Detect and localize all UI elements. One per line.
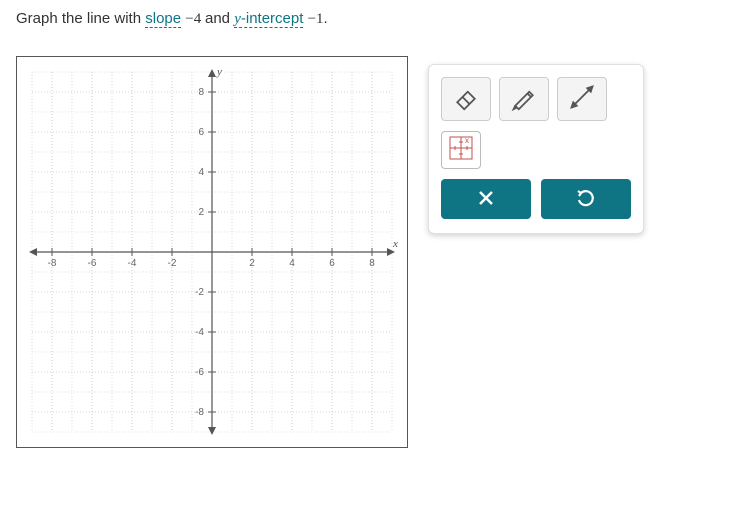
svg-text:8: 8 <box>369 258 375 269</box>
question-prompt: Graph the line with slope −4 and y-inter… <box>16 10 714 28</box>
svg-text:-6: -6 <box>195 367 204 378</box>
eraser-icon <box>452 83 480 115</box>
line-tool-button[interactable] <box>557 77 607 121</box>
y-variable: y <box>234 11 241 27</box>
grid-settings-button[interactable]: x <box>441 131 481 169</box>
y-axis-label: y <box>216 66 222 78</box>
svg-text:4: 4 <box>198 167 204 178</box>
line-icon <box>568 83 596 115</box>
y-intercept-term-link[interactable]: y-intercept <box>234 10 303 28</box>
and-text: and <box>205 10 234 27</box>
svg-text:2: 2 <box>198 207 204 218</box>
pencil-tool-button[interactable] <box>499 77 549 121</box>
svg-text:-8: -8 <box>48 258 57 269</box>
svg-text:x: x <box>465 136 469 145</box>
svg-text:4: 4 <box>289 258 295 269</box>
close-icon <box>476 188 496 211</box>
pencil-icon <box>510 83 538 115</box>
coordinate-plane[interactable]: x y -8 -6 -4 -2 2 4 6 8 -8 -6 -4 -2 2 4 6 8 <box>16 56 408 448</box>
slope-value: −4 <box>185 11 205 27</box>
svg-text:-2: -2 <box>195 287 204 298</box>
slope-term-link[interactable]: slope <box>145 10 181 28</box>
svg-text:2: 2 <box>249 258 255 269</box>
undo-icon <box>576 188 596 211</box>
undo-button[interactable] <box>541 179 631 219</box>
prompt-end: . <box>324 10 328 27</box>
svg-text:8: 8 <box>198 87 204 98</box>
intercept-word: -intercept <box>241 10 304 27</box>
svg-text:6: 6 <box>198 127 204 138</box>
x-axis-label: x <box>392 238 398 250</box>
clear-button[interactable] <box>441 179 531 219</box>
svg-text:-2: -2 <box>168 258 177 269</box>
grid-icon: x <box>448 135 474 165</box>
svg-text:-8: -8 <box>195 407 204 418</box>
y-intercept-value: −1 <box>308 11 324 27</box>
svg-text:-4: -4 <box>195 327 204 338</box>
svg-text:-6: -6 <box>88 258 97 269</box>
prompt-prefix: Graph the line with <box>16 10 145 27</box>
tool-panel: x <box>428 64 644 234</box>
svg-text:-4: -4 <box>128 258 137 269</box>
eraser-tool-button[interactable] <box>441 77 491 121</box>
svg-text:6: 6 <box>329 258 335 269</box>
